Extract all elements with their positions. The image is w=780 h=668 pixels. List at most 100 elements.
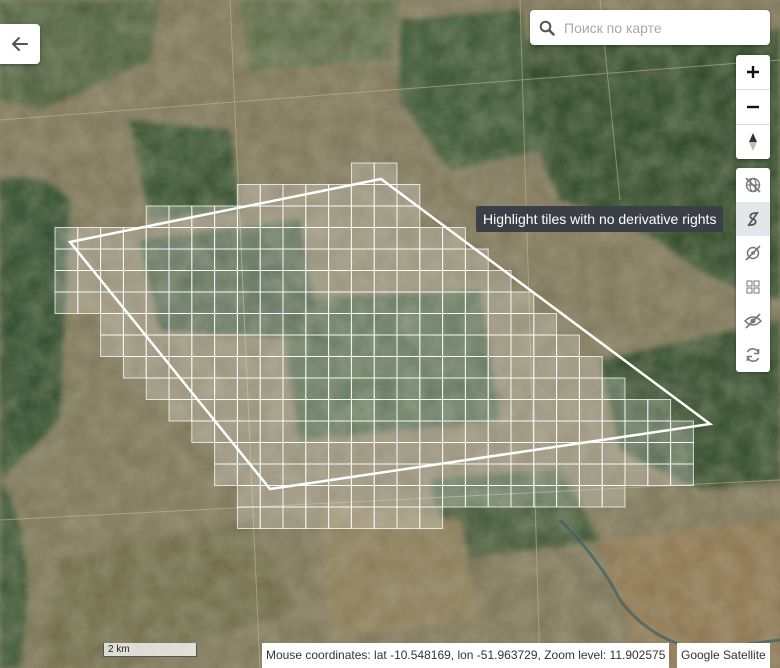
map-tile[interactable] [670, 420, 694, 443]
map-tile[interactable] [214, 377, 238, 400]
map-tile[interactable] [464, 420, 489, 443]
map-tile[interactable] [578, 356, 603, 379]
map-tile[interactable] [647, 399, 672, 422]
map-tile[interactable] [328, 313, 352, 336]
map-tile[interactable] [533, 377, 558, 400]
map-tile[interactable] [191, 270, 216, 293]
map-tile[interactable] [556, 377, 580, 400]
map-tile[interactable] [282, 227, 307, 250]
map-tile[interactable] [373, 334, 398, 357]
map-tile[interactable] [396, 420, 421, 443]
map-tile[interactable] [510, 313, 535, 336]
map-tile[interactable] [533, 313, 558, 336]
back-button[interactable] [0, 24, 40, 64]
map-tile[interactable] [419, 227, 444, 250]
map-tile[interactable] [556, 399, 580, 422]
map-tile[interactable] [305, 377, 330, 400]
map-tile[interactable] [510, 377, 535, 400]
map-tile[interactable] [533, 356, 558, 379]
map-tile[interactable] [442, 485, 466, 508]
map-tile[interactable] [419, 442, 444, 465]
map-tile[interactable] [419, 248, 444, 271]
map-tile[interactable] [373, 313, 398, 336]
map-tile[interactable] [328, 227, 352, 250]
map-tile[interactable] [419, 313, 444, 336]
map-tile[interactable] [168, 227, 193, 250]
map-tile[interactable] [350, 506, 375, 529]
map-tile[interactable] [578, 485, 603, 508]
map-tile[interactable] [601, 377, 626, 400]
map-tile[interactable] [442, 313, 466, 336]
map-tile[interactable] [77, 291, 102, 314]
map-tile[interactable] [236, 506, 261, 529]
map-tile[interactable] [419, 506, 444, 529]
map-tile[interactable] [191, 291, 216, 314]
map-tile[interactable] [282, 291, 307, 314]
map-tile[interactable] [145, 377, 170, 400]
map-tile[interactable] [487, 313, 512, 336]
map-tile[interactable] [419, 420, 444, 443]
map-tile[interactable] [396, 399, 421, 422]
map-tile[interactable] [236, 313, 261, 336]
map-tile[interactable] [396, 442, 421, 465]
eye-off-button[interactable] [736, 304, 770, 338]
map-tile[interactable] [419, 399, 444, 422]
map-tile[interactable] [236, 463, 261, 486]
map-tile[interactable] [282, 313, 307, 336]
map-tile[interactable] [54, 291, 79, 314]
map-tile[interactable] [578, 377, 603, 400]
map-tile[interactable] [350, 184, 375, 207]
map-tile[interactable] [373, 248, 398, 271]
map-tile[interactable] [442, 399, 466, 422]
map-tile[interactable] [168, 291, 193, 314]
map-tile[interactable] [214, 399, 238, 422]
map-tile[interactable] [533, 463, 558, 486]
map-tile[interactable] [533, 442, 558, 465]
map-tile[interactable] [236, 205, 261, 228]
map-tile[interactable] [601, 399, 626, 422]
map-tile[interactable] [373, 227, 398, 250]
map-tile[interactable] [328, 334, 352, 357]
map-tile[interactable] [578, 442, 603, 465]
map-tile[interactable] [145, 291, 170, 314]
map-tile[interactable] [487, 399, 512, 422]
map-tile[interactable] [556, 356, 580, 379]
map-tile[interactable] [396, 506, 421, 529]
map-tile[interactable] [350, 291, 375, 314]
map-tile[interactable] [510, 485, 535, 508]
map-tile[interactable] [214, 334, 238, 357]
map-tile[interactable] [259, 270, 284, 293]
map-tile[interactable] [510, 399, 535, 422]
map-tile[interactable] [464, 270, 489, 293]
map-tile[interactable] [533, 485, 558, 508]
map-tile[interactable] [601, 463, 626, 486]
map-tile[interactable] [328, 291, 352, 314]
map-tile[interactable] [556, 463, 580, 486]
map-tile[interactable] [350, 227, 375, 250]
satellite-map[interactable] [0, 0, 780, 668]
map-tile[interactable] [191, 313, 216, 336]
map-tile[interactable] [624, 463, 649, 486]
map-tile[interactable] [191, 420, 216, 443]
map-tile[interactable] [282, 205, 307, 228]
map-tile[interactable] [236, 270, 261, 293]
map-tile[interactable] [145, 248, 170, 271]
map-tile[interactable] [373, 485, 398, 508]
map-tile[interactable] [464, 485, 489, 508]
map-tile[interactable] [670, 463, 694, 486]
map-tile[interactable] [259, 442, 284, 465]
map-tile[interactable] [236, 420, 261, 443]
map-tile[interactable] [464, 291, 489, 314]
map-tile[interactable] [328, 485, 352, 508]
map-tile[interactable] [419, 270, 444, 293]
search-input[interactable] [564, 19, 759, 36]
map-tile[interactable] [487, 420, 512, 443]
map-tile[interactable] [305, 313, 330, 336]
map-tile[interactable] [442, 377, 466, 400]
map-tile[interactable] [419, 291, 444, 314]
map-tile[interactable] [396, 205, 421, 228]
map-tile[interactable] [168, 334, 193, 357]
map-tile[interactable] [259, 399, 284, 422]
map-tile[interactable] [328, 420, 352, 443]
map-tile[interactable] [442, 420, 466, 443]
